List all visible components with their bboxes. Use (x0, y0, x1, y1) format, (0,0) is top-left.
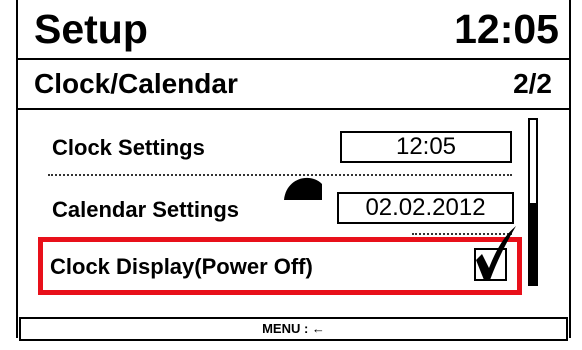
section-header: Clock/Calendar 2/2 (18, 60, 569, 110)
section-title: Clock/Calendar (34, 68, 238, 99)
clock-settings-label[interactable]: Clock Settings (52, 134, 205, 162)
clock-settings-value[interactable]: 12:05 (340, 131, 512, 163)
scrollbar-thumb[interactable] (528, 203, 538, 286)
calendar-settings-value[interactable]: 02.02.2012 (337, 192, 514, 224)
calendar-settings-label[interactable]: Calendar Settings (52, 196, 239, 224)
display-artifact (284, 177, 322, 200)
clock-display-power-off-label[interactable]: Clock Display(Power Off) (50, 253, 313, 281)
title-bar: Setup 12:05 (18, 0, 569, 60)
page-indicator: 2/2 (513, 68, 552, 99)
menu-footer[interactable]: MENU : ← (19, 317, 568, 341)
checkmark-icon (476, 226, 516, 280)
menu-back-hint: MENU : ← (262, 321, 325, 336)
clock-display: 12:05 (454, 6, 559, 52)
screen-title: Setup (34, 6, 148, 52)
